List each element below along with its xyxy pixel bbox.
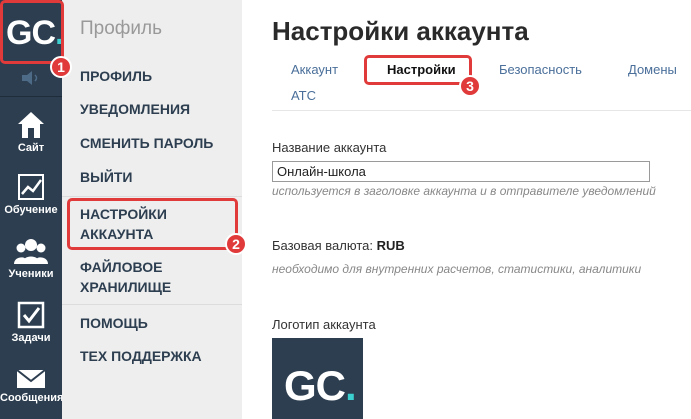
users-icon <box>14 239 48 264</box>
menu-item-logout[interactable]: ВЫЙТИ <box>80 167 133 187</box>
rail-item-site[interactable]: Сайт <box>0 104 62 166</box>
rail-divider <box>0 96 62 97</box>
rail-label: Сайт <box>17 142 45 154</box>
base-currency-value: RUB <box>376 238 405 253</box>
account-logo-label: Логотип аккаунта <box>272 317 376 332</box>
callout-number-1: 1 <box>50 56 72 78</box>
rail-label: Ученики <box>8 268 54 280</box>
profile-menu-title: Профиль <box>80 18 163 39</box>
account-logo-image[interactable]: GC. <box>272 338 363 419</box>
menu-divider <box>62 196 242 197</box>
speaker-icon[interactable] <box>20 70 42 88</box>
account-name-hint: используется в заголовке аккаунта и в от… <box>272 184 656 198</box>
callout-number-2: 2 <box>225 233 247 255</box>
rail-label: Обучение <box>4 204 58 216</box>
callout-box-logo <box>0 0 64 64</box>
menu-item-profile[interactable]: ПРОФИЛЬ <box>80 66 152 86</box>
rail-item-learning[interactable]: Обучение <box>0 166 62 228</box>
rail-item-tasks[interactable]: Задачи <box>0 294 62 356</box>
callout-number-3: 3 <box>459 75 481 97</box>
tab-account[interactable]: Аккаунт <box>291 62 338 77</box>
menu-item-help[interactable]: ПОМОЩЬ <box>80 313 148 333</box>
menu-divider <box>62 304 242 305</box>
menu-item-notifications[interactable]: УВЕДОМЛЕНИЯ <box>80 99 190 119</box>
account-name-label: Название аккаунта <box>272 140 387 155</box>
menu-item-label: ХРАНИЛИЩЕ <box>80 279 172 295</box>
menu-item-tech-support[interactable]: ТЕХ ПОДДЕРЖКА <box>80 346 202 366</box>
menu-item-label: ФАЙЛОВОЕ <box>80 259 163 275</box>
base-currency-label: Базовая валюта: <box>272 238 373 253</box>
rail-label: Сообщения <box>0 392 64 404</box>
home-icon <box>18 112 44 138</box>
rail-item-students[interactable]: Ученики <box>0 230 62 292</box>
base-currency-hint: необходимо для внутренних расчетов, стат… <box>272 262 642 276</box>
tab-security[interactable]: Безопасность <box>499 62 582 77</box>
tab-ats[interactable]: АТС <box>291 88 316 103</box>
rail-label: Задачи <box>11 332 51 344</box>
callout-box-settings-tab <box>364 55 472 85</box>
page-title: Настройки аккаунта <box>272 16 529 46</box>
tabs-divider <box>272 110 691 111</box>
menu-item-file-storage[interactable]: ФАЙЛОВОЕ ХРАНИЛИЩЕ <box>80 257 171 297</box>
checkbox-icon <box>17 301 45 329</box>
chart-icon <box>18 174 44 200</box>
account-name-input[interactable]: Онлайн-школа <box>272 161 650 182</box>
rail-item-messages[interactable]: Сообщения <box>0 360 64 419</box>
callout-box-account-settings <box>67 198 238 250</box>
envelope-icon <box>16 369 46 388</box>
base-currency: Базовая валюта: RUB <box>272 238 405 253</box>
tab-domains[interactable]: Домены <box>628 62 677 77</box>
menu-item-change-password[interactable]: СМЕНИТЬ ПАРОЛЬ <box>80 133 213 153</box>
account-logo-text: GC. <box>284 362 357 409</box>
